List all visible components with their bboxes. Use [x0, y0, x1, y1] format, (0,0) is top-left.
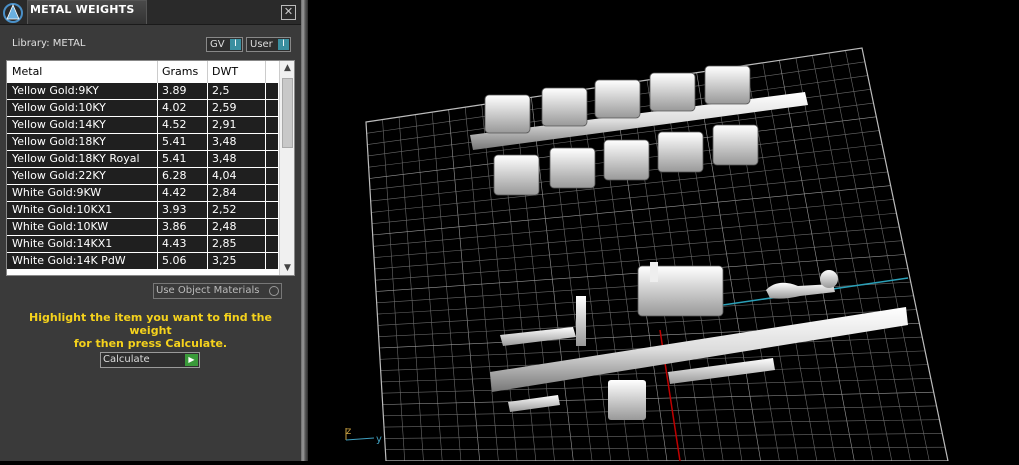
table-row[interactable]: Yellow Gold:9KY 3.89 2,5 — [7, 83, 278, 100]
cell-dwt: 2,5 — [212, 84, 230, 97]
table-scrollbar[interactable]: ▲ ▼ — [279, 61, 294, 275]
column-header-grams[interactable]: Grams — [162, 65, 198, 78]
cell-dwt: 2,52 — [212, 203, 237, 216]
cell-metal: White Gold:10KW — [12, 220, 109, 233]
cell-grams: 4.43 — [162, 237, 187, 250]
column-header-dwt[interactable]: DWT — [212, 65, 238, 78]
cell-dwt: 4,04 — [212, 169, 237, 182]
cell-grams: 3.93 — [162, 203, 187, 216]
cell-metal: Yellow Gold:18KY — [12, 135, 106, 148]
axis-z-label: z — [346, 426, 351, 437]
cell-dwt: 2,48 — [212, 220, 237, 233]
table-row[interactable]: Yellow Gold:18KY 5.41 3,48 — [7, 134, 278, 151]
column-header-metal[interactable]: Metal — [12, 65, 42, 78]
cell-metal: White Gold:9KW — [12, 186, 102, 199]
gv-toggle-label: GV — [210, 39, 225, 50]
close-button[interactable]: ✕ — [281, 5, 296, 20]
scroll-thumb[interactable] — [282, 78, 293, 148]
cell-metal: Yellow Gold:22KY — [12, 169, 106, 182]
table-row[interactable]: White Gold:14K PdW 5.06 3,25 — [7, 253, 278, 270]
table-row[interactable]: Yellow Gold:10KY 4.02 2,59 — [7, 100, 278, 117]
use-object-materials-option[interactable]: Use Object Materials — [153, 283, 282, 299]
cell-metal: Yellow Gold:18KY Royal — [12, 152, 140, 165]
cell-grams: 5.41 — [162, 152, 187, 165]
window-title: METAL WEIGHTS — [30, 3, 135, 16]
calculate-button[interactable]: Calculate ▶ — [100, 352, 200, 368]
cell-metal: White Gold:10KX1 — [12, 203, 113, 216]
upper-sprue-tree — [470, 65, 808, 196]
cell-grams: 3.86 — [162, 220, 187, 233]
calculate-label: Calculate — [103, 354, 150, 365]
cell-dwt: 3,25 — [212, 254, 237, 267]
use-object-materials-label: Use Object Materials — [156, 285, 260, 296]
user-toggle-label: User — [250, 39, 273, 50]
cell-grams: 4.02 — [162, 101, 187, 114]
cell-grams: 5.41 — [162, 135, 187, 148]
viewport-canvas[interactable]: z y — [308, 0, 1019, 462]
table-row[interactable]: White Gold:10KX1 3.93 2,52 — [7, 202, 278, 219]
table-row[interactable]: Yellow Gold:22KY 6.28 4,04 — [7, 168, 278, 185]
cell-metal: Yellow Gold:9KY — [12, 84, 99, 97]
metal-weights-panel: METAL WEIGHTS ✕ Library: METAL GV I User… — [0, 0, 301, 461]
instruction-text: Highlight the item you want to find the … — [10, 311, 291, 350]
cell-metal: Yellow Gold:14KY — [12, 118, 106, 131]
cell-dwt: 3,48 — [212, 152, 237, 165]
cell-dwt: 2,84 — [212, 186, 237, 199]
axis-y-label: y — [376, 434, 382, 445]
axis-gizmo: z y — [345, 426, 382, 445]
cell-metal: White Gold:14K PdW — [12, 254, 126, 267]
cell-dwt: 2,59 — [212, 101, 237, 114]
gv-toggle-indicator: I — [230, 39, 241, 50]
cell-metal: Yellow Gold:10KY — [12, 101, 106, 114]
table-row[interactable]: White Gold:10KW 3.86 2,48 — [7, 219, 278, 236]
table-row[interactable]: Yellow Gold:14KY 4.52 2,91 — [7, 117, 278, 134]
cell-grams: 4.52 — [162, 118, 187, 131]
library-label: Library: METAL — [12, 38, 86, 49]
cell-grams: 6.28 — [162, 169, 187, 182]
cell-metal: White Gold:14KX1 — [12, 237, 113, 250]
panel-splitter[interactable] — [301, 0, 308, 461]
cell-dwt: 3,48 — [212, 135, 237, 148]
3d-viewport[interactable]: z y — [308, 0, 1019, 462]
cell-dwt: 2,85 — [212, 237, 237, 250]
cell-grams: 4.42 — [162, 186, 187, 199]
app-logo-icon — [3, 3, 23, 23]
user-toggle[interactable]: User I — [246, 37, 291, 52]
table-row[interactable]: White Gold:9KW 4.42 2,84 — [7, 185, 278, 202]
scroll-down-icon[interactable]: ▼ — [280, 261, 294, 275]
scroll-up-icon[interactable]: ▲ — [280, 61, 294, 75]
gv-toggle[interactable]: GV I — [206, 37, 243, 52]
table-row[interactable]: White Gold:14KX1 4.43 2,85 — [7, 236, 278, 253]
cell-dwt: 2,91 — [212, 118, 237, 131]
title-bar: METAL WEIGHTS ✕ — [0, 0, 301, 25]
table-header: Metal Grams DWT — [7, 61, 278, 83]
metal-table: Metal Grams DWT Yellow Gold:9KY 3.89 2,5 Ye… — [6, 60, 295, 276]
user-toggle-indicator: I — [278, 39, 289, 50]
cell-grams: 3.89 — [162, 84, 187, 97]
radio-icon — [269, 286, 279, 296]
instruction-line-2: for then press Calculate. — [73, 337, 228, 350]
instruction-line-1: Highlight the item you want to find the … — [29, 311, 272, 337]
cell-grams: 5.06 — [162, 254, 187, 267]
play-arrow-icon: ▶ — [185, 354, 198, 366]
table-row[interactable]: Yellow Gold:18KY Royal 5.41 3,48 — [7, 151, 278, 168]
